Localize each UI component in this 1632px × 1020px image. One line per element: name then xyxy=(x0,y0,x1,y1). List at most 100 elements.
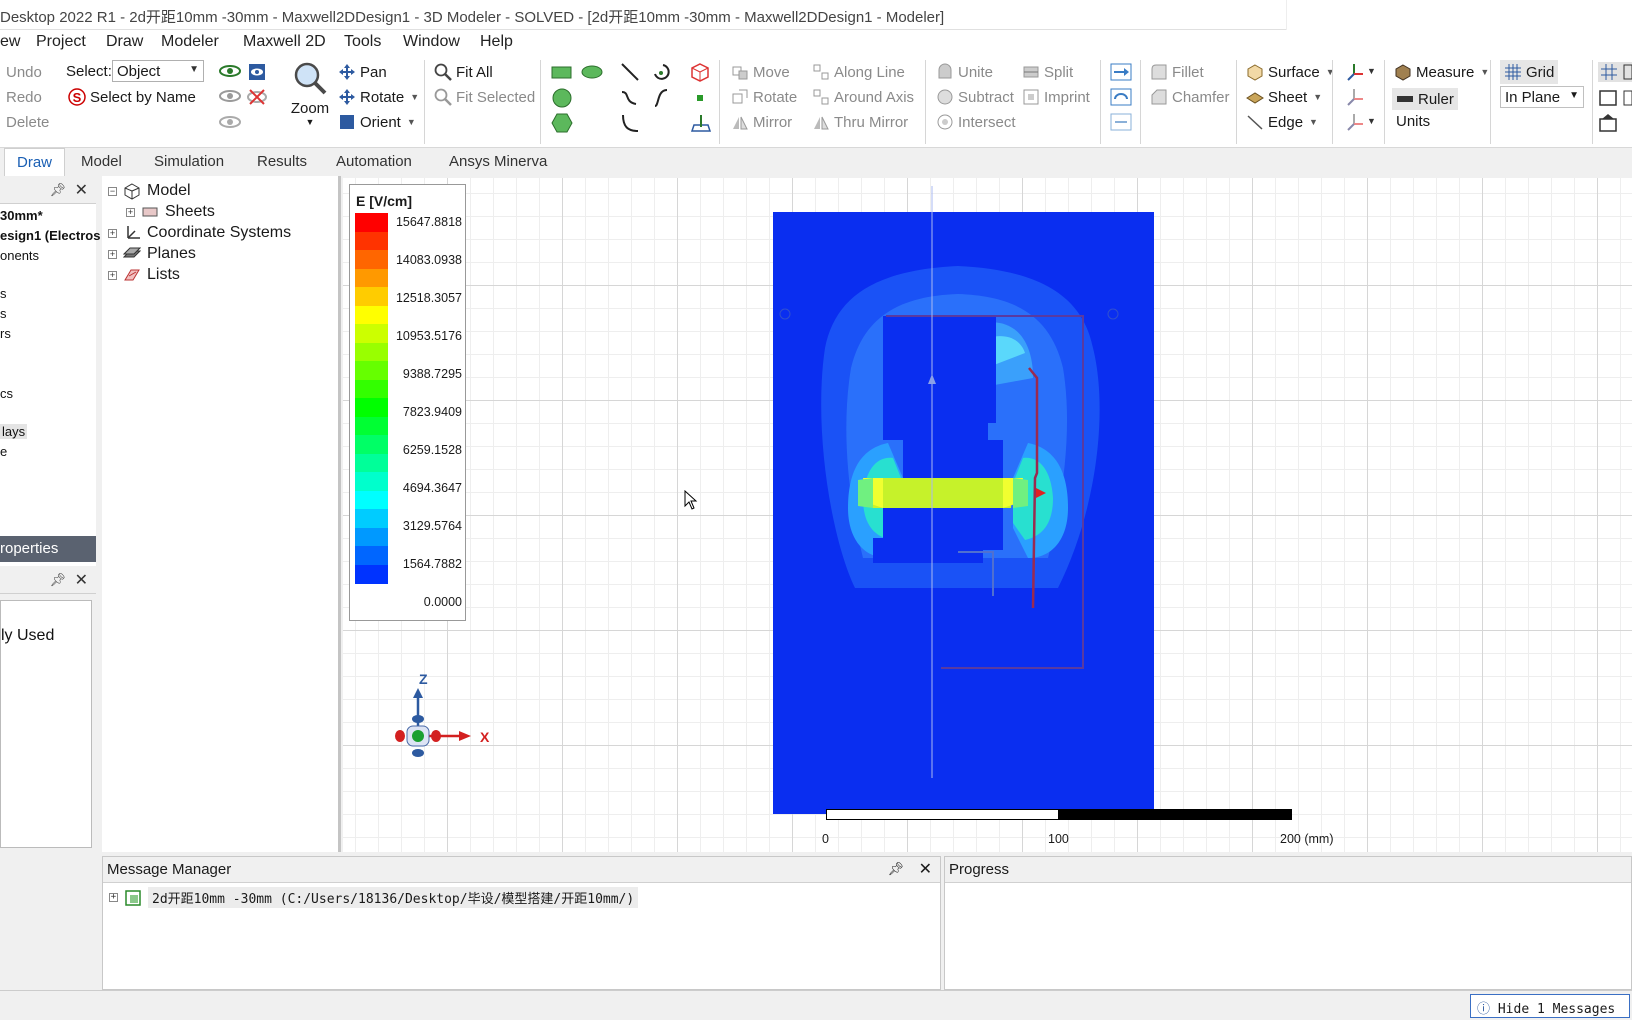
circle-icon[interactable] xyxy=(551,88,573,108)
ellipse-icon[interactable] xyxy=(581,63,603,81)
select-mode-dropdown[interactable]: Object ▼ xyxy=(112,60,204,82)
tab-draw[interactable]: Draw xyxy=(4,148,66,176)
thicken-icon[interactable] xyxy=(1110,112,1132,131)
close-icon[interactable]: ✕ xyxy=(919,859,932,879)
relative-cs-icon[interactable] xyxy=(1344,87,1374,106)
expand-icon[interactable]: + xyxy=(108,228,117,238)
zoom-button[interactable]: Zoom ▼ xyxy=(288,60,332,140)
tab-model[interactable]: Model xyxy=(81,153,122,170)
fit-all-button[interactable]: Fit All xyxy=(434,63,493,81)
units-button[interactable]: Units xyxy=(1396,113,1430,130)
arc-icon[interactable] xyxy=(651,62,670,80)
menu-tools[interactable]: Tools xyxy=(344,33,381,51)
chamfer-button[interactable]: Chamfer xyxy=(1150,88,1230,106)
center-arc-icon[interactable] xyxy=(620,113,639,132)
field-legend[interactable]: E [V/cm] 15647.8818 14083.0938 12518.305… xyxy=(349,184,466,621)
rotate-object-button[interactable]: Rotate xyxy=(731,88,797,106)
pin-icon[interactable]: 📌︎ xyxy=(49,182,66,198)
along-line-button[interactable]: Along Line xyxy=(812,63,905,81)
ruler-toggle[interactable]: Ruler xyxy=(1392,88,1458,110)
tab-results[interactable]: Results xyxy=(257,153,307,170)
tree-item-lists[interactable]: + Lists xyxy=(108,265,180,285)
snap-grid-icon[interactable] xyxy=(1598,62,1632,82)
rotate-view-button[interactable]: Rotate ▼ xyxy=(338,88,419,106)
message-row[interactable]: + 2d开距10mm -30mm (C:/Users/18136/Desktop… xyxy=(109,887,639,908)
intersect-button[interactable]: Intersect xyxy=(936,113,1016,131)
show-view-icon[interactable] xyxy=(247,62,265,80)
imprint-button[interactable]: Imprint xyxy=(1022,88,1090,106)
menu-modeler[interactable]: Modeler xyxy=(161,33,219,51)
mirror-button[interactable]: Mirror xyxy=(731,113,792,131)
hide-messages-button[interactable]: ⓘ Hide 1 Messages xyxy=(1470,994,1630,1018)
tab-automation[interactable]: Automation xyxy=(336,153,412,170)
tree-item-components[interactable]: onents xyxy=(0,248,39,263)
pin-icon[interactable]: 📌︎ xyxy=(49,572,66,588)
orient-button[interactable]: Orient ▼ xyxy=(338,113,416,131)
surface-button[interactable]: Surface ▼ xyxy=(1246,63,1335,81)
tree-item-field-overlays[interactable]: lays xyxy=(0,424,28,439)
pan-button[interactable]: Pan xyxy=(338,63,387,81)
thru-mirror-button[interactable]: Thru Mirror xyxy=(812,113,908,131)
menu-help[interactable]: Help xyxy=(480,33,513,51)
tree-item-coordinate-systems[interactable]: + Coordinate Systems xyxy=(108,223,291,243)
project-name[interactable]: 30mm* xyxy=(0,208,43,223)
expand-icon[interactable]: + xyxy=(126,207,135,217)
sweep-around-icon[interactable] xyxy=(1110,87,1132,106)
fit-selected-button[interactable]: Fit Selected xyxy=(434,88,535,106)
menu-draw[interactable]: Draw xyxy=(106,33,143,51)
plane-icon[interactable] xyxy=(690,113,712,132)
collapse-icon[interactable]: − xyxy=(108,186,117,196)
around-axis-button[interactable]: Around Axis xyxy=(812,88,914,106)
tab-ansys-minerva[interactable]: Ansys Minerva xyxy=(449,153,547,170)
sheet-button[interactable]: Sheet ▼ xyxy=(1246,88,1322,106)
tree-item-definitions[interactable]: e xyxy=(0,444,7,459)
show-all-icon[interactable] xyxy=(219,62,241,80)
polygon-icon[interactable] xyxy=(551,113,573,133)
tree-item-planes[interactable]: + Planes xyxy=(108,244,196,264)
expand-icon[interactable]: + xyxy=(108,249,117,259)
unite-button[interactable]: Unite xyxy=(936,63,993,81)
spline-icon[interactable] xyxy=(620,88,638,106)
hide-all-icon[interactable] xyxy=(247,87,267,105)
rectangle-icon[interactable] xyxy=(551,63,573,81)
grid-plane-dropdown[interactable]: In Plane ▼ xyxy=(1500,86,1584,108)
face-cs-icon[interactable]: ▼ xyxy=(1344,112,1376,131)
recently-used-label[interactable]: ly Used xyxy=(1,627,54,645)
tree-item-parameters[interactable]: rs xyxy=(0,326,11,341)
redo-button[interactable]: Redo xyxy=(6,89,42,106)
close-icon[interactable]: ✕ xyxy=(75,570,88,590)
select-by-name-button[interactable]: S Select by Name xyxy=(68,88,196,106)
grid-toggle[interactable]: Grid xyxy=(1500,60,1559,84)
hide-selected-icon[interactable] xyxy=(219,87,241,105)
tab-simulation[interactable]: Simulation xyxy=(154,153,224,170)
expand-icon[interactable]: + xyxy=(109,893,118,902)
menu-project[interactable]: Project xyxy=(36,33,86,51)
menu-maxwell-2d[interactable]: Maxwell 2D xyxy=(243,33,326,51)
move-button[interactable]: Move xyxy=(731,63,790,81)
tree-item-excitations[interactable]: s xyxy=(0,306,7,321)
equation-curve-icon[interactable] xyxy=(651,88,669,107)
point-icon[interactable] xyxy=(690,88,708,106)
split-button[interactable]: Split xyxy=(1022,63,1073,81)
tree-item-optimetrics[interactable]: cs xyxy=(0,386,13,401)
design-name[interactable]: esign1 (Electros xyxy=(0,228,100,243)
tree-item-boundaries[interactable]: s xyxy=(0,286,7,301)
line-icon[interactable] xyxy=(620,62,639,81)
menu-view[interactable]: ew xyxy=(0,33,20,51)
coordinate-system-icon[interactable]: ▼ xyxy=(1344,62,1376,81)
tree-item-sheets[interactable]: + Sheets xyxy=(126,202,215,222)
measure-button[interactable]: Measure ▼ xyxy=(1394,63,1489,81)
delete-button[interactable]: Delete xyxy=(6,114,49,131)
snap-vertex-icon[interactable] xyxy=(1598,88,1632,106)
fillet-button[interactable]: Fillet xyxy=(1150,63,1204,81)
edge-button[interactable]: Edge ▼ xyxy=(1246,113,1318,131)
tree-item-model[interactable]: − Model xyxy=(108,181,191,201)
close-icon[interactable]: ✕ xyxy=(75,180,88,200)
hide-faces-icon[interactable] xyxy=(219,113,241,131)
subtract-button[interactable]: Subtract xyxy=(936,88,1014,106)
modeler-viewport[interactable]: Z X xyxy=(343,178,1632,852)
menu-window[interactable]: Window xyxy=(403,33,460,51)
undo-button[interactable]: Undo xyxy=(6,64,42,81)
sweep-icon[interactable] xyxy=(1110,62,1132,81)
expand-icon[interactable]: + xyxy=(108,270,117,280)
